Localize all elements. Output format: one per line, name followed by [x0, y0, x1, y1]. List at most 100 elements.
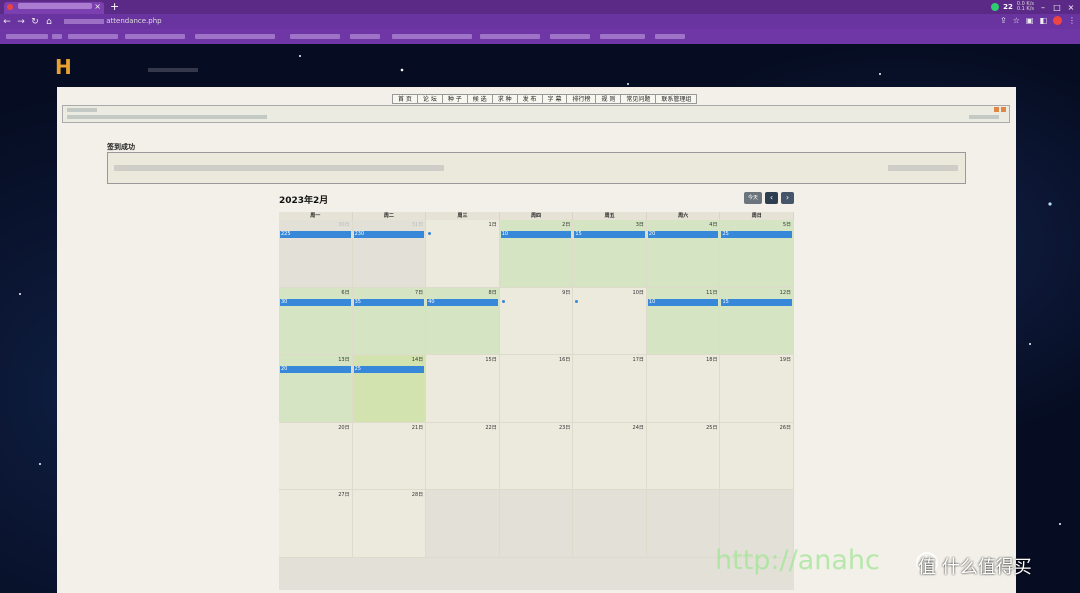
- sign-in-reward-event[interactable]: 20: [280, 366, 351, 373]
- reload-icon[interactable]: ↻: [28, 17, 42, 27]
- nav-item[interactable]: 首 页: [392, 94, 418, 104]
- sign-in-reward-event[interactable]: 35: [353, 298, 425, 306]
- site-logo[interactable]: H: [55, 55, 73, 79]
- minimize-icon[interactable]: –: [1038, 3, 1048, 12]
- nav-item[interactable]: 候 选: [467, 94, 493, 104]
- calendar-day[interactable]: 7日 35: [352, 287, 427, 355]
- tab-title-blurred: [18, 3, 92, 9]
- calendar-day[interactable]: 5日 25: [720, 220, 795, 288]
- calendar-day[interactable]: 26日: [720, 422, 795, 490]
- calendar-day[interactable]: 20日: [279, 422, 353, 490]
- calendar-day[interactable]: 14日 25: [352, 355, 427, 423]
- calendar-day[interactable]: 15日: [426, 355, 500, 423]
- site-slogan-blurred: [148, 68, 198, 72]
- calendar-day[interactable]: 10日: [573, 287, 647, 355]
- next-month-button[interactable]: ›: [781, 192, 794, 204]
- new-tab-button[interactable]: +: [110, 0, 119, 14]
- calendar-day[interactable]: 17日: [573, 355, 647, 423]
- calendar-day[interactable]: 6日 30: [279, 287, 353, 355]
- calendar-day[interactable]: 28日: [352, 490, 427, 558]
- browser-tab[interactable]: ×: [4, 2, 104, 14]
- sign-in-reward-event[interactable]: 225: [280, 231, 351, 238]
- bookmark-star-icon[interactable]: ☆: [1013, 16, 1020, 25]
- today-button[interactable]: 今天: [744, 192, 762, 204]
- nav-item[interactable]: 常见问题: [621, 94, 657, 104]
- calendar-day[interactable]: 22日: [426, 422, 500, 490]
- day-number: 19日: [779, 357, 792, 363]
- sign-in-reward-event[interactable]: 15: [574, 231, 645, 238]
- sign-in-reward-event[interactable]: 25: [353, 366, 425, 373]
- sign-in-reward-event[interactable]: 10: [500, 231, 572, 238]
- calendar-day[interactable]: 3日 15: [573, 220, 647, 288]
- calendar-day[interactable]: 27日: [279, 490, 353, 558]
- nav-item[interactable]: 规 则: [596, 94, 622, 104]
- calendar-day[interactable]: 19日: [720, 355, 795, 423]
- sign-in-reward-event[interactable]: 230: [353, 231, 425, 238]
- bookmark-item[interactable]: [125, 34, 185, 39]
- calendar-day[interactable]: 12日 15: [720, 287, 795, 355]
- calendar-day[interactable]: 25日: [646, 422, 721, 490]
- calendar-day[interactable]: 1日: [426, 220, 500, 288]
- share-icon[interactable]: ⇪: [1000, 16, 1007, 25]
- bookmark-item[interactable]: [350, 34, 380, 39]
- calendar-day[interactable]: 30日 225: [279, 220, 353, 288]
- day-number: 2日: [562, 222, 571, 228]
- bookmark-item[interactable]: [550, 34, 590, 39]
- sign-in-reward-event[interactable]: 10: [647, 298, 719, 306]
- bookmark-item[interactable]: [392, 34, 472, 39]
- nav-item[interactable]: 字 幕: [542, 94, 568, 104]
- calendar-day[interactable]: 13日 20: [279, 355, 353, 423]
- calendar-day[interactable]: 11日 10: [646, 287, 721, 355]
- nav-item[interactable]: 联系管理组: [656, 94, 698, 104]
- calendar-day[interactable]: [499, 490, 574, 558]
- sidebar-icon[interactable]: ◧: [1039, 16, 1047, 25]
- calendar-day[interactable]: [646, 490, 721, 558]
- bookmark-item[interactable]: [195, 34, 275, 39]
- calendar-day[interactable]: 8日 40: [426, 287, 500, 355]
- weekday-label: 周四: [500, 212, 574, 220]
- bookmark-item[interactable]: [655, 34, 685, 39]
- sign-in-reward-event[interactable]: 15: [721, 298, 793, 306]
- message-icon[interactable]: [994, 107, 999, 112]
- nav-item[interactable]: 发 布: [517, 94, 543, 104]
- profile-avatar[interactable]: [1053, 16, 1062, 25]
- nav-item[interactable]: 求 种: [492, 94, 518, 104]
- calendar-day[interactable]: 23日: [499, 422, 574, 490]
- maximize-icon[interactable]: □: [1052, 3, 1062, 12]
- sign-in-reward-event[interactable]: 40: [427, 298, 498, 306]
- menu-kebab-icon[interactable]: ⋮: [1068, 16, 1076, 25]
- calendar-day[interactable]: [426, 490, 500, 558]
- close-window-icon[interactable]: ×: [1066, 3, 1076, 12]
- bookmark-item[interactable]: [600, 34, 645, 39]
- calendar-day[interactable]: [573, 490, 647, 558]
- close-tab-icon[interactable]: ×: [94, 2, 101, 12]
- calendar-day[interactable]: 18日: [646, 355, 721, 423]
- bookmark-item[interactable]: [290, 34, 340, 39]
- bookmark-item[interactable]: [6, 34, 48, 39]
- nav-item[interactable]: 论 坛: [417, 94, 443, 104]
- bookmark-item[interactable]: [480, 34, 540, 39]
- calendar-day[interactable]: 31日 230: [352, 220, 427, 288]
- bookmarks-bar: [0, 29, 1080, 44]
- notification-icon[interactable]: [1001, 107, 1006, 112]
- bookmark-item[interactable]: [68, 34, 118, 39]
- nav-item[interactable]: 种 子: [442, 94, 468, 104]
- calendar-day[interactable]: 4日 20: [646, 220, 721, 288]
- home-icon[interactable]: ⌂: [42, 17, 56, 27]
- calendar-day[interactable]: 21日: [352, 422, 427, 490]
- sign-in-reward-event[interactable]: 30: [280, 298, 351, 306]
- prev-month-button[interactable]: ‹: [765, 192, 778, 204]
- extensions-icon[interactable]: ▣: [1026, 16, 1034, 25]
- calendar-day[interactable]: 24日: [573, 422, 647, 490]
- sign-in-reward-event[interactable]: 25: [721, 231, 793, 238]
- calendar-day[interactable]: 16日: [499, 355, 574, 423]
- day-number: 17日: [632, 357, 644, 363]
- url-field[interactable]: attendance.php: [60, 16, 162, 27]
- forward-icon[interactable]: →: [14, 17, 28, 27]
- back-icon[interactable]: ←: [0, 17, 14, 27]
- sign-in-reward-event[interactable]: 20: [647, 231, 719, 238]
- calendar-day[interactable]: 2日 10: [499, 220, 574, 288]
- bookmark-item[interactable]: [52, 34, 62, 39]
- nav-item[interactable]: 排行榜: [567, 94, 597, 104]
- calendar-day[interactable]: 9日: [499, 287, 574, 355]
